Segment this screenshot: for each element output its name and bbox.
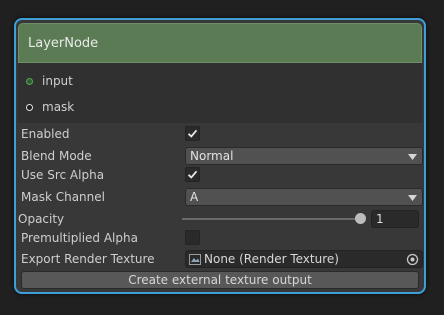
enabled-label: Enabled [21, 127, 70, 141]
field-premultiplied-alpha: Premultiplied Alpha [21, 229, 421, 247]
object-picker-icon[interactable] [406, 253, 419, 266]
opacity-label: Opacity [18, 212, 65, 226]
field-opacity: Opacity 1 [18, 210, 419, 228]
port-mask-label: mask [42, 100, 75, 114]
layer-node[interactable]: LayerNode input mask Enabled Blend Mode … [14, 18, 426, 294]
export-render-texture-label: Export Render Texture [21, 252, 155, 266]
field-use-src-alpha: Use Src Alpha [21, 166, 421, 184]
mask-channel-label: Mask Channel [21, 190, 105, 204]
premultiplied-alpha-label: Premultiplied Alpha [21, 231, 138, 245]
field-mask-channel: Mask Channel A [21, 188, 423, 206]
mask-channel-dropdown[interactable]: A [185, 188, 423, 206]
port-connected-icon[interactable] [26, 77, 33, 85]
premultiplied-alpha-checkbox[interactable] [185, 230, 200, 245]
mask-channel-value: A [190, 190, 199, 204]
opacity-slider-thumb[interactable] [355, 213, 366, 224]
opacity-value-field[interactable]: 1 [371, 210, 419, 228]
node-title: LayerNode [28, 36, 99, 51]
port-mask[interactable]: mask [26, 98, 74, 116]
render-texture-object-field[interactable]: None (Render Texture) [185, 250, 423, 268]
field-export-render-texture: Export Render Texture None (Render Textu… [21, 250, 423, 268]
blend-mode-label: Blend Mode [21, 149, 92, 163]
port-input-label: input [42, 74, 73, 88]
opacity-value: 1 [376, 212, 384, 226]
node-ports: input mask [18, 63, 422, 123]
checkmark-icon [187, 170, 198, 179]
use-src-alpha-label: Use Src Alpha [21, 168, 105, 182]
checkmark-icon [187, 129, 198, 138]
node-header[interactable]: LayerNode [18, 23, 422, 63]
field-enabled: Enabled [21, 125, 421, 143]
blend-mode-value: Normal [190, 149, 234, 163]
port-input[interactable]: input [26, 72, 73, 90]
dropdown-arrow-icon [408, 195, 417, 201]
render-texture-icon [189, 254, 201, 265]
enabled-checkbox[interactable] [185, 126, 200, 141]
dropdown-arrow-icon [408, 154, 417, 160]
port-empty-icon[interactable] [26, 103, 33, 111]
create-external-texture-output-button[interactable]: Create external texture output [21, 271, 419, 289]
render-texture-value: None (Render Texture) [204, 252, 339, 266]
field-blend-mode: Blend Mode Normal [21, 147, 423, 165]
opacity-slider-track[interactable] [182, 218, 360, 220]
use-src-alpha-checkbox[interactable] [185, 167, 200, 182]
blend-mode-dropdown[interactable]: Normal [185, 147, 423, 165]
